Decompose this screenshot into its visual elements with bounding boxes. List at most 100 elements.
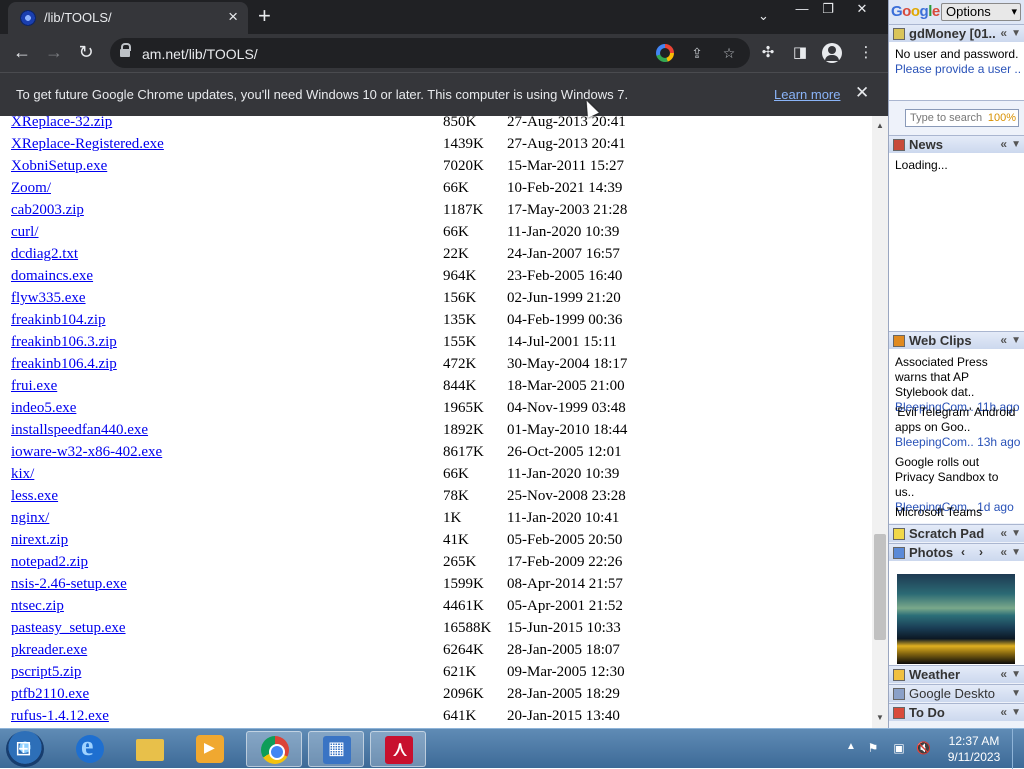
file-link[interactable]: ioware-w32-x86-402.exe bbox=[11, 441, 162, 463]
gdmoney-provide-link[interactable]: Please provide a user .. bbox=[895, 62, 1021, 76]
file-link[interactable]: pscript5.zip bbox=[11, 661, 81, 683]
new-tab-button[interactable]: + bbox=[258, 4, 271, 28]
panel-menu-icon[interactable]: ▼ bbox=[1011, 685, 1021, 702]
panel-webclips-header[interactable]: Web Clips « ▼ bbox=[889, 331, 1024, 349]
tab-search-chevron-icon[interactable]: ⌄ bbox=[758, 8, 778, 26]
infobar-close-icon[interactable]: ✕ bbox=[855, 83, 869, 103]
panel-menu-icon[interactable]: ▼ bbox=[1011, 136, 1021, 153]
options-dropdown[interactable]: Options bbox=[941, 3, 1021, 21]
share-icon[interactable]: ⇪ bbox=[688, 44, 706, 62]
file-link[interactable]: XReplace-32.zip bbox=[11, 116, 112, 133]
panel-scratchpad-header[interactable]: Scratch Pad « ▼ bbox=[889, 524, 1024, 542]
file-link[interactable]: ptfb2110.exe bbox=[11, 683, 89, 705]
back-arrow-icon[interactable]: ← bbox=[10, 41, 34, 65]
file-link[interactable]: freakinb106.4.zip bbox=[11, 353, 117, 375]
webclip-item[interactable]: Microsoft Teams bbox=[895, 505, 1021, 520]
menu-kebab-icon[interactable]: ⋮ bbox=[856, 43, 876, 63]
volume-muted-icon[interactable]: 🔇 bbox=[916, 741, 931, 755]
panel-todo-header[interactable]: To Do « ▼ bbox=[889, 703, 1024, 721]
close-window-button[interactable]: ✕ bbox=[848, 0, 876, 20]
panel-menu-icon[interactable]: ▼ bbox=[1011, 704, 1021, 721]
taskbar-gdesktop-button[interactable] bbox=[308, 731, 364, 767]
taskbar-ie-button[interactable] bbox=[62, 731, 118, 767]
collapse-icon[interactable]: « bbox=[1000, 136, 1007, 153]
file-link[interactable]: rufus-1.4.12.exe bbox=[11, 705, 109, 727]
file-link[interactable]: frui.exe bbox=[11, 375, 57, 397]
system-clock[interactable]: 12:37 AM 9/11/2023 bbox=[944, 733, 1004, 765]
show-desktop-button[interactable] bbox=[1012, 729, 1024, 769]
start-button[interactable] bbox=[6, 731, 44, 767]
collapse-icon[interactable]: « bbox=[1000, 544, 1007, 561]
address-bar[interactable]: am.net/lib/TOOLS/ ⇪ ☆ bbox=[110, 38, 750, 68]
file-link[interactable]: nsis-2.46-setup.exe bbox=[11, 573, 127, 595]
collapse-icon[interactable]: « bbox=[1000, 666, 1007, 683]
prev-photo-icon[interactable]: ‹ bbox=[961, 544, 965, 561]
panel-menu-icon[interactable]: ▼ bbox=[1011, 525, 1021, 542]
aurora-photo[interactable] bbox=[897, 574, 1015, 664]
tab-close-icon[interactable]: × bbox=[228, 6, 238, 28]
clip-headline[interactable]: 'Evil Telegram' Android apps on Goo.. bbox=[895, 405, 1021, 435]
network-icon[interactable]: ▣ bbox=[892, 741, 906, 755]
file-link[interactable]: nginx/ bbox=[11, 507, 49, 529]
panel-gdesktop-header[interactable]: Google Deskto ▼ bbox=[889, 684, 1024, 702]
show-hidden-icons-icon[interactable]: ▲ bbox=[846, 741, 856, 752]
reload-icon[interactable]: ↻ bbox=[74, 41, 98, 65]
file-link[interactable]: XobniSetup.exe bbox=[11, 155, 107, 177]
file-link[interactable]: kix/ bbox=[11, 463, 34, 485]
minimize-button[interactable]: — bbox=[788, 0, 816, 20]
collapse-icon[interactable]: « bbox=[1000, 25, 1007, 42]
file-link[interactable]: less.exe bbox=[11, 485, 58, 507]
sidebar-search-input[interactable]: Type to search 100% bbox=[905, 109, 1019, 127]
zoom-level[interactable]: 100% bbox=[988, 110, 1016, 126]
file-link[interactable]: Zoom/ bbox=[11, 177, 51, 199]
file-link[interactable]: notepad2.zip bbox=[11, 551, 88, 573]
vertical-scrollbar[interactable]: ▲ ▼ bbox=[872, 116, 888, 728]
file-link[interactable]: ntsec.zip bbox=[11, 595, 64, 617]
taskbar-chrome-button[interactable] bbox=[246, 731, 302, 767]
clip-headline[interactable]: Microsoft Teams bbox=[895, 505, 1021, 520]
panel-menu-icon[interactable]: ▼ bbox=[1011, 25, 1021, 42]
file-link[interactable]: indeo5.exe bbox=[11, 397, 76, 419]
file-link[interactable]: pasteasy_setup.exe bbox=[11, 617, 126, 639]
clip-headline[interactable]: Google rolls out Privacy Sandbox to us.. bbox=[895, 455, 1021, 500]
panel-photos-header[interactable]: Photos ‹ › « ▼ bbox=[889, 543, 1024, 561]
file-link[interactable]: dcdiag2.txt bbox=[11, 243, 78, 265]
panel-weather-header[interactable]: Weather « ▼ bbox=[889, 665, 1024, 683]
file-link[interactable]: freakinb106.3.zip bbox=[11, 331, 117, 353]
panel-menu-icon[interactable]: ▼ bbox=[1011, 666, 1021, 683]
next-photo-icon[interactable]: › bbox=[979, 544, 983, 561]
panel-news-header[interactable]: News « ▼ bbox=[889, 135, 1024, 153]
file-link[interactable]: pkreader.exe bbox=[11, 639, 87, 661]
file-link[interactable]: nirext.zip bbox=[11, 529, 68, 551]
panel-menu-icon[interactable]: ▼ bbox=[1011, 332, 1021, 349]
extensions-puzzle-icon[interactable]: ✣ bbox=[758, 43, 778, 63]
file-link[interactable]: curl/ bbox=[11, 221, 39, 243]
profile-avatar-icon[interactable] bbox=[822, 43, 842, 63]
lock-icon[interactable] bbox=[120, 43, 131, 58]
collapse-icon[interactable]: « bbox=[1000, 525, 1007, 542]
file-link[interactable]: flyw335.exe bbox=[11, 287, 86, 309]
taskbar-explorer-button[interactable] bbox=[122, 731, 178, 767]
action-center-flag-icon[interactable]: ⚑ bbox=[866, 741, 880, 755]
file-link[interactable]: freakinb104.zip bbox=[11, 309, 106, 331]
scrollbar-thumb[interactable] bbox=[874, 534, 886, 640]
forward-arrow-icon[interactable]: → bbox=[42, 41, 66, 65]
taskbar-media-button[interactable] bbox=[182, 731, 238, 767]
collapse-icon[interactable]: « bbox=[1000, 332, 1007, 349]
url-text[interactable]: am.net/lib/TOOLS/ bbox=[142, 46, 258, 62]
learn-more-link[interactable]: Learn more bbox=[774, 87, 840, 102]
panel-gdmoney-header[interactable]: gdMoney [01.. « ▼ bbox=[889, 24, 1024, 42]
scroll-down-arrow-icon[interactable]: ▼ bbox=[872, 710, 888, 726]
scroll-up-arrow-icon[interactable]: ▲ bbox=[872, 118, 888, 134]
file-link[interactable]: domaincs.exe bbox=[11, 265, 93, 287]
file-link[interactable]: cab2003.zip bbox=[11, 199, 84, 221]
tab-lib-tools[interactable]: /lib/TOOLS/ × bbox=[8, 2, 248, 34]
bookmark-star-icon[interactable]: ☆ bbox=[720, 44, 738, 62]
google-lens-icon[interactable] bbox=[656, 44, 674, 62]
file-link[interactable]: installspeedfan440.exe bbox=[11, 419, 148, 441]
webclip-item[interactable]: 'Evil Telegram' Android apps on Goo.. Bl… bbox=[895, 405, 1021, 450]
clip-headline[interactable]: Associated Press warns that AP Stylebook… bbox=[895, 355, 1021, 400]
side-panel-icon[interactable]: ◨ bbox=[790, 43, 810, 63]
taskbar-acrobat-button[interactable] bbox=[370, 731, 426, 767]
clip-source[interactable]: BleepingCom.. bbox=[895, 435, 974, 449]
